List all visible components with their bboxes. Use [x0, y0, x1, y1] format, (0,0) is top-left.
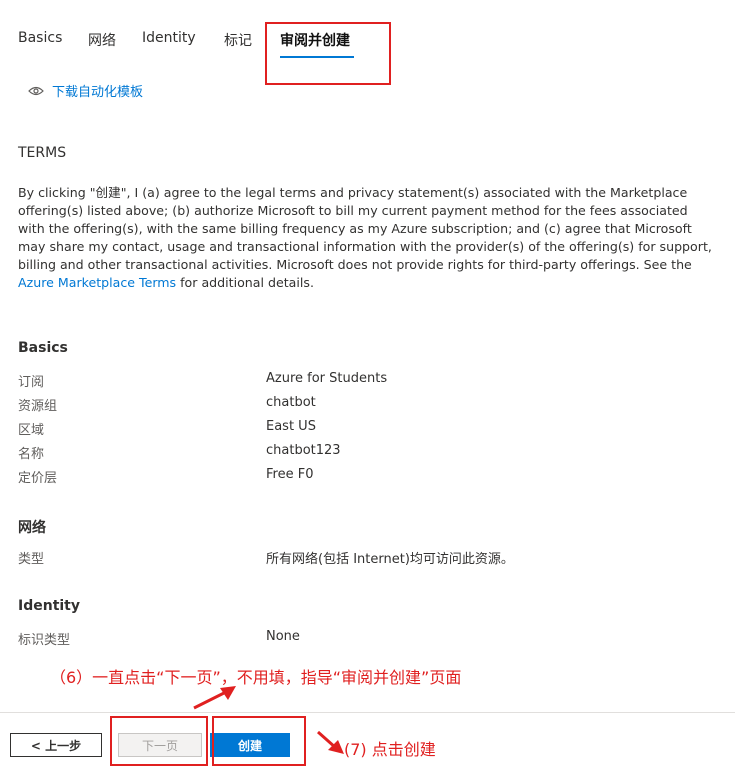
tab-network[interactable]: 网络 — [88, 30, 116, 50]
tab-identity[interactable]: Identity — [142, 30, 196, 46]
row-label-identity-type: 标识类型 — [18, 633, 71, 648]
row-label-pricing-tier: 定价层 — [18, 471, 58, 486]
row-label-network-type: 类型 — [18, 552, 45, 567]
row-value-identity-type: None — [266, 629, 300, 644]
previous-button[interactable]: < 上一步 — [10, 733, 102, 757]
row-label-resource-group: 资源组 — [18, 399, 58, 414]
network-section-title: 网络 — [18, 520, 46, 536]
identity-section-title: Identity — [18, 598, 81, 614]
annotation-step7-text: (7) 点击创建 — [344, 740, 436, 759]
terms-body: By clicking "创建", I (a) agree to the leg… — [18, 184, 718, 292]
annotation-step6-text: （6）一直点击“下一页”，不用填，指导“审阅并创建”页面 — [50, 668, 462, 687]
row-value-name: chatbot123 — [266, 443, 341, 458]
annotation-arrow-up-icon — [193, 686, 236, 710]
terms-title: TERMS — [18, 145, 67, 161]
annotation-highlight-tab — [265, 22, 391, 85]
row-value-subscription: Azure for Students — [266, 371, 388, 386]
row-label-subscription: 订阅 — [18, 375, 45, 390]
annotation-arrow-right-icon — [317, 730, 344, 754]
terms-text-end: for additional details. — [176, 275, 314, 290]
row-value-pricing-tier: Free F0 — [266, 467, 314, 482]
download-template-label: 下载自动化模板 — [52, 85, 144, 100]
annotation-highlight-create — [212, 716, 306, 766]
annotation-highlight-next — [110, 716, 208, 766]
row-label-name: 名称 — [18, 447, 45, 462]
footer-divider — [0, 712, 735, 713]
basics-section-title: Basics — [18, 340, 68, 356]
row-label-region: 区域 — [18, 423, 45, 438]
row-value-network-type: 所有网络(包括 Internet)均可访问此资源。 — [266, 552, 514, 567]
tab-basics[interactable]: Basics — [18, 30, 62, 46]
eye-icon — [28, 86, 44, 95]
marketplace-terms-link[interactable]: Azure Marketplace Terms — [18, 275, 176, 290]
row-value-resource-group: chatbot — [266, 395, 316, 410]
row-value-region: East US — [266, 419, 316, 434]
terms-text: By clicking "创建", I (a) agree to the leg… — [18, 185, 712, 272]
download-template-link[interactable]: 下载自动化模板 — [28, 81, 143, 100]
tab-tags[interactable]: 标记 — [224, 30, 252, 50]
